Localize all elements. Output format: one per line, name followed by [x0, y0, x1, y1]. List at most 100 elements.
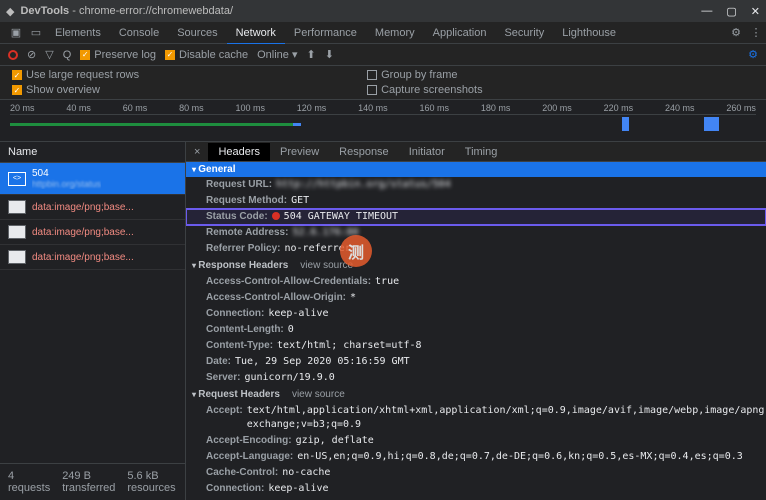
tab-performance[interactable]: Performance — [285, 23, 366, 43]
detail-tab-headers[interactable]: Headers — [208, 143, 270, 161]
header-row: Cache-Control:no-cache — [186, 465, 766, 481]
header-key: Referrer Policy: — [206, 242, 280, 256]
timeline-tick: 40 ms — [66, 103, 91, 113]
device-toggle-icon[interactable]: ▭ — [26, 26, 46, 39]
detail-tab-initiator[interactable]: Initiator — [399, 143, 455, 161]
record-button[interactable] — [8, 50, 18, 60]
header-value: keep-alive — [268, 307, 328, 321]
show-overview-checkbox[interactable]: ✓Show overview — [12, 84, 139, 96]
filter-icon[interactable]: ▽ — [45, 48, 53, 61]
header-value: no-referrer — [284, 242, 350, 256]
titlebar: ◆ DevTools - chrome-error://chromewebdat… — [0, 0, 766, 22]
tab-lighthouse[interactable]: Lighthouse — [553, 23, 625, 43]
request-name: 504 — [32, 168, 101, 179]
timeline-tick: 100 ms — [235, 103, 265, 113]
headers-scroll[interactable]: General Request URL:http://httpbin.org/s… — [186, 162, 766, 500]
request-count: 4 requests — [8, 470, 50, 494]
close-details-button[interactable]: × — [186, 146, 208, 158]
more-menu-icon[interactable]: ⋮ — [746, 26, 766, 39]
header-row: Accept-Language: en-US,en;q=0.9,hi;q=0.8,… — [186, 449, 766, 465]
tab-memory[interactable]: Memory — [366, 23, 424, 43]
transferred-size: 249 B transferred — [62, 470, 115, 494]
header-key: Connection: — [206, 307, 264, 321]
window-maximize-button[interactable]: ▢ — [726, 5, 736, 18]
header-value: gunicorn/19.9.0 — [244, 371, 334, 385]
header-key: Accept-Language: — [206, 450, 293, 464]
large-rows-checkbox[interactable]: ✓Use large request rows — [12, 69, 139, 81]
request-row[interactable]: data:image/png;base... — [0, 195, 185, 220]
settings-gear-icon[interactable]: ⚙ — [726, 26, 746, 39]
clear-button[interactable]: ⊘ — [27, 48, 36, 61]
detail-tab-response[interactable]: Response — [329, 143, 399, 161]
detail-tab-preview[interactable]: Preview — [270, 143, 329, 161]
header-value: en-US,en;q=0.9,hi;q=0.8,de;q=0.7,de-DE;q… — [297, 450, 743, 464]
throttling-select[interactable]: Online ▾ — [257, 48, 297, 61]
header-row: Access-Control-Allow-Credentials:true — [186, 274, 766, 290]
capture-screenshots-checkbox[interactable]: Capture screenshots — [367, 84, 483, 96]
tab-elements[interactable]: Elements — [46, 23, 110, 43]
header-value: GET — [291, 194, 309, 208]
disable-cache-label: Disable cache — [179, 49, 248, 61]
general-section-header[interactable]: General — [186, 162, 766, 177]
capture-screenshots-label: Capture screenshots — [381, 84, 483, 96]
tab-application[interactable]: Application — [424, 23, 496, 43]
disable-cache-checkbox[interactable]: ✓Disable cache — [165, 49, 248, 61]
network-toolbar: ⊘ ▽ Q ✓Preserve log ✓Disable cache Onlin… — [0, 44, 766, 66]
resources-size: 5.6 kB resources — [127, 470, 177, 494]
header-row: Content-Type:text/html; charset=utf-8 — [186, 338, 766, 354]
header-key: Content-Type: — [206, 339, 273, 353]
header-row: Connection:keep-alive — [186, 481, 766, 497]
header-key: Access-Control-Allow-Origin: — [206, 291, 346, 305]
request-subtext: httpbin.org/status — [32, 179, 101, 189]
large-rows-label: Use large request rows — [26, 69, 139, 81]
header-row: Accept:text/html,application/xhtml+xml,a… — [186, 403, 766, 433]
view-source-link[interactable]: view source — [300, 260, 353, 271]
request-name: data:image/png;base... — [32, 202, 134, 213]
tab-console[interactable]: Console — [110, 23, 168, 43]
name-column-header[interactable]: Name — [0, 142, 185, 163]
download-icon[interactable]: ⬇ — [325, 48, 334, 61]
view-source-link[interactable]: view source — [292, 389, 345, 400]
request-row[interactable]: data:image/png;base... — [0, 245, 185, 270]
preserve-log-checkbox[interactable]: ✓Preserve log — [80, 49, 156, 61]
header-row: Request Method: GET — [186, 193, 766, 209]
response-headers-section[interactable]: Response Headersview source — [186, 257, 766, 274]
header-row: Request URL:http://httpbin.org/status/50… — [186, 177, 766, 193]
header-row: Connection: keep-alive — [186, 306, 766, 322]
header-key: Cache-Control: — [206, 466, 278, 480]
inspected-url: chrome-error://chromewebdata/ — [79, 5, 233, 17]
header-row: Referrer Policy: no-referrer — [186, 241, 766, 257]
window-minimize-button[interactable]: — — [701, 5, 712, 18]
header-key: Connection: — [206, 482, 264, 496]
network-settings-gear-icon[interactable]: ⚙ — [748, 48, 758, 61]
header-row: Status Code:504 GATEWAY TIMEOUT — [186, 209, 766, 225]
header-row: Date:Tue, 29 Sep 2020 05:16:59 GMT — [186, 354, 766, 370]
request-row[interactable]: <>504httpbin.org/status — [0, 163, 185, 195]
header-key: Remote Address: — [206, 226, 288, 240]
inspect-icon[interactable]: ▣ — [6, 26, 26, 39]
request-name: data:image/png;base... — [32, 227, 134, 238]
header-row: Accept-Encoding:gzip, deflate — [186, 433, 766, 449]
group-by-frame-checkbox[interactable]: Group by frame — [367, 69, 483, 81]
tab-sources[interactable]: Sources — [168, 23, 226, 43]
header-row: Server: gunicorn/19.9.0 — [186, 370, 766, 386]
request-thumb-icon — [8, 225, 26, 239]
request-headers-section[interactable]: Request Headersview source — [186, 386, 766, 403]
search-icon[interactable]: Q — [63, 49, 72, 61]
header-row: Content-Length:0 — [186, 322, 766, 338]
tab-network[interactable]: Network — [227, 23, 285, 45]
tab-security[interactable]: Security — [495, 23, 553, 43]
header-key: Request URL: — [206, 178, 272, 192]
header-row: Remote Address: 52.6.176:80 — [186, 225, 766, 241]
timeline-tick: 20 ms — [10, 103, 35, 113]
timeline-tick: 160 ms — [420, 103, 450, 113]
group-by-frame-label: Group by frame — [381, 69, 457, 81]
detail-tab-timing[interactable]: Timing — [455, 143, 508, 161]
window-close-button[interactable]: ✕ — [751, 5, 760, 18]
timeline-overview[interactable]: 20 ms40 ms60 ms80 ms100 ms120 ms140 ms16… — [0, 100, 766, 142]
upload-icon[interactable]: ⬆ — [306, 48, 315, 61]
header-value: 52.6.176:80 — [292, 226, 358, 240]
request-row[interactable]: data:image/png;base... — [0, 220, 185, 245]
header-key: Request Method: — [206, 194, 287, 208]
header-key: Server: — [206, 371, 240, 385]
